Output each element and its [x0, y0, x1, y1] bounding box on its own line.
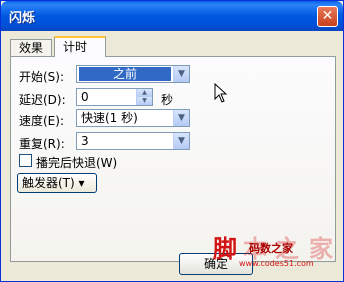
tab-timing-label: 计时 — [63, 40, 88, 54]
speed-value: 快速(1 秒) — [81, 111, 138, 125]
tab-effect[interactable]: 效果 — [10, 39, 52, 56]
delay-value: 0 — [81, 90, 89, 104]
delay-label: 延迟(D): — [19, 93, 66, 107]
tab-effect-label: 效果 — [19, 41, 44, 55]
chevron-down-icon[interactable]: ▼ — [173, 66, 189, 82]
delay-input[interactable]: 0 ▲ ▼ — [76, 88, 153, 106]
start-label: 开始(S): — [19, 70, 65, 84]
repeat-label: 重复(R): — [19, 137, 65, 151]
tab-timing[interactable]: 计时 — [54, 36, 106, 57]
spin-up-icon[interactable]: ▲ — [136, 89, 152, 97]
rewind-label: 播完后快退(W) — [36, 156, 118, 170]
chevron-down-icon[interactable]: ▼ — [173, 110, 189, 126]
trigger-label: 触发器(T) ▾ — [22, 176, 85, 190]
spin-down-icon[interactable]: ▼ — [136, 97, 152, 105]
watermark-logo: 脚 本 之 家 码数之家 www.codes51.com — [213, 229, 344, 279]
close-icon: ✕ — [321, 8, 334, 24]
delay-unit: 秒 — [161, 93, 174, 107]
trigger-button[interactable]: 触发器(T) ▾ — [17, 173, 97, 193]
start-value: 之前 — [79, 67, 171, 81]
repeat-value: 3 — [81, 134, 89, 148]
chevron-down-icon[interactable]: ▼ — [173, 133, 189, 149]
close-button[interactable]: ✕ — [317, 6, 338, 27]
rewind-checkbox[interactable] — [19, 154, 32, 167]
speed-label: 速度(E): — [19, 114, 64, 128]
speed-select[interactable]: 快速(1 秒) ▼ — [76, 109, 190, 127]
watermark-glyph: 脚 — [213, 235, 237, 263]
watermark-name: 码数之家 — [249, 242, 293, 255]
dialog-window: 闪烁 ✕ 效果 计时 开始(S): 之前 ▼ 延迟(D): 0 ▲ ▼ 秒 速度… — [0, 0, 344, 282]
window-title: 闪烁 — [9, 11, 36, 26]
start-select[interactable]: 之前 ▼ — [76, 65, 190, 83]
title-bar[interactable]: 闪烁 ✕ — [1, 1, 343, 31]
cursor-icon — [214, 83, 228, 103]
watermark-url: www.codes51.com — [239, 259, 314, 268]
repeat-select[interactable]: 3 ▼ — [76, 132, 190, 150]
